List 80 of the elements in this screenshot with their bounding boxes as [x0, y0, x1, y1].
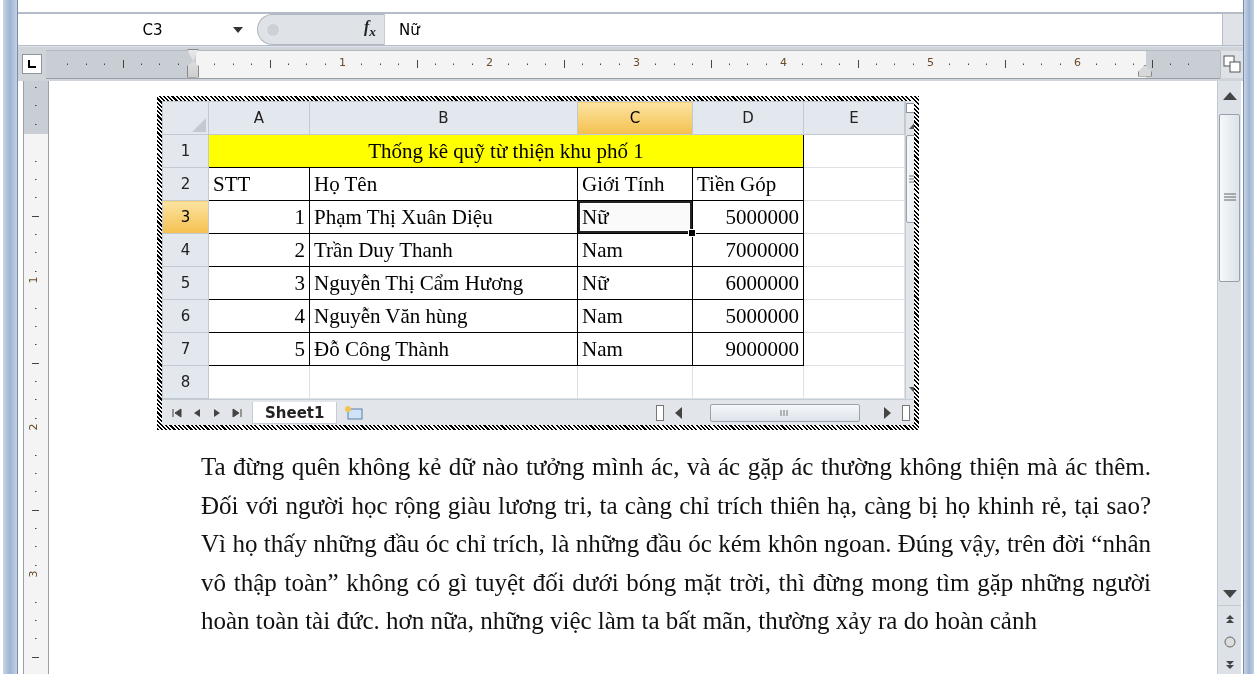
table-cell[interactable]: Họ Tên [309, 167, 578, 201]
split-handle[interactable] [656, 404, 664, 421]
ruler-number: 4 [780, 55, 787, 70]
split-handle[interactable] [902, 404, 910, 421]
ruler-number: 1 [339, 55, 346, 70]
table-cell[interactable]: STT [208, 167, 310, 201]
column-header[interactable]: D [692, 101, 804, 135]
scroll-down-icon[interactable] [1222, 590, 1237, 599]
view-ruler-button[interactable] [1220, 50, 1243, 78]
ruler-number: 6 [1074, 55, 1081, 70]
column-header[interactable]: A [208, 101, 310, 135]
scroll-thumb[interactable] [710, 403, 860, 422]
ruler-number: 3 [27, 570, 40, 578]
body-paragraph: Ta đừng quên không kẻ dữ nào tưởng mình ác, và ác gặp ác thường không thiện mà ác thêm. Đối với người học rộng giàu lương tri, ta càng chỉ trích thiên hạ, càng bị họ khinh rẻ, tại sao? Vì họ thấy những đầu óc chỉ trích, là những đầu óc kém khôn ngoan. Đúng vậy, trên đời “nhân vô thập toàn” không có gì tuyệt đối dưới bóng mặt trời, thì đừng mong tìm gặp những người hoàn toàn tài đức. hơn nữa, những việc làm ta bất mãn, thường xảy ra do hoàn cảnh [201, 452, 1151, 636]
table-cell[interactable]: 2 [208, 233, 310, 267]
caret-icon [233, 26, 243, 33]
table-cell[interactable]: 7000000 [692, 233, 804, 267]
row-header[interactable]: 3 [162, 200, 209, 234]
browse-object-icon[interactable] [1223, 636, 1236, 648]
name-box[interactable]: C3 [18, 14, 257, 45]
tab-stop-icon [27, 59, 37, 69]
table-cell[interactable]: Nguyễn Thị Cẩm Hương [309, 266, 578, 300]
table-cell[interactable]: Giới Tính [577, 167, 693, 201]
title-cell: Thống kê quỹ từ thiện khu phố 1 [208, 134, 804, 168]
table-cell[interactable]: Nữ [577, 200, 693, 234]
vertical-ruler[interactable]: 1 2 3 [23, 81, 49, 674]
scroll-up-icon[interactable] [1222, 91, 1237, 100]
table-cell[interactable]: 6000000 [692, 266, 804, 300]
insert-function-button[interactable]: f$_{x}$ [364, 18, 376, 41]
next-page-icon[interactable] [1224, 660, 1235, 670]
new-sheet-icon [343, 404, 366, 421]
row-header[interactable]: 4 [162, 233, 209, 267]
grip-icon [780, 407, 790, 418]
row-header[interactable]: 5 [162, 266, 209, 300]
table-cell[interactable]: Nguyễn Văn hùng [309, 299, 578, 333]
row-header[interactable]: 7 [162, 332, 209, 366]
ruler-number: 2 [27, 423, 40, 431]
row-header[interactable]: 1 [162, 134, 209, 168]
row-header[interactable]: 8 [162, 365, 209, 399]
formula-field[interactable]: Nữ [385, 14, 1222, 45]
scroll-left-icon[interactable] [674, 406, 682, 419]
table-cell[interactable]: 4 [208, 299, 310, 333]
row-header[interactable]: 6 [162, 299, 209, 333]
table-cell[interactable]: Nam [577, 299, 693, 333]
table-cell[interactable]: 1 [208, 200, 310, 234]
indent-marker[interactable] [187, 48, 199, 78]
column-header[interactable]: C [577, 101, 693, 135]
scroll-right-icon[interactable] [884, 406, 892, 419]
table-cell[interactable]: 3 [208, 266, 310, 300]
table-cell[interactable]: 9000000 [692, 332, 804, 366]
previous-page-icon[interactable] [1224, 614, 1235, 624]
last-sheet-icon[interactable] [232, 407, 242, 418]
table-cell[interactable]: Trần Duy Thanh [309, 233, 578, 267]
table-cell[interactable]: Nam [577, 332, 693, 366]
table-cell[interactable]: Nữ [577, 266, 693, 300]
ruler-number: 1 [27, 276, 40, 284]
first-sheet-icon[interactable] [172, 407, 182, 418]
grip-icon [1223, 193, 1236, 203]
table-cell[interactable]: 5000000 [692, 299, 804, 333]
table-cell[interactable]: Đỗ Công Thành [309, 332, 578, 366]
scroll-thumb[interactable] [1219, 114, 1240, 282]
column-header[interactable]: E [803, 101, 905, 135]
ruler-number: 2 [486, 55, 493, 70]
table-cell[interactable]: Tiền Góp [692, 167, 804, 201]
fill-handle[interactable] [688, 229, 696, 237]
horizontal-ruler[interactable]: 1 2 3 4 5 6 [46, 49, 1220, 79]
tab-stop-button[interactable] [22, 54, 42, 74]
ruler-number: 5 [927, 55, 934, 70]
pages-icon [1223, 55, 1241, 73]
table-cell[interactable]: Phạm Thị Xuân Diệu [309, 200, 578, 234]
column-header[interactable]: B [309, 101, 578, 135]
sheet-tab[interactable]: Sheet1 [252, 401, 338, 424]
ruler-number: 3 [633, 55, 640, 70]
table-cell[interactable]: 5 [208, 332, 310, 366]
indent-marker[interactable] [1138, 64, 1152, 77]
embedded-spreadsheet[interactable] [157, 96, 919, 430]
next-sheet-icon[interactable] [212, 407, 222, 418]
previous-sheet-icon[interactable] [192, 407, 202, 418]
row-header[interactable]: 2 [162, 167, 209, 201]
triangle-icon [192, 118, 206, 132]
